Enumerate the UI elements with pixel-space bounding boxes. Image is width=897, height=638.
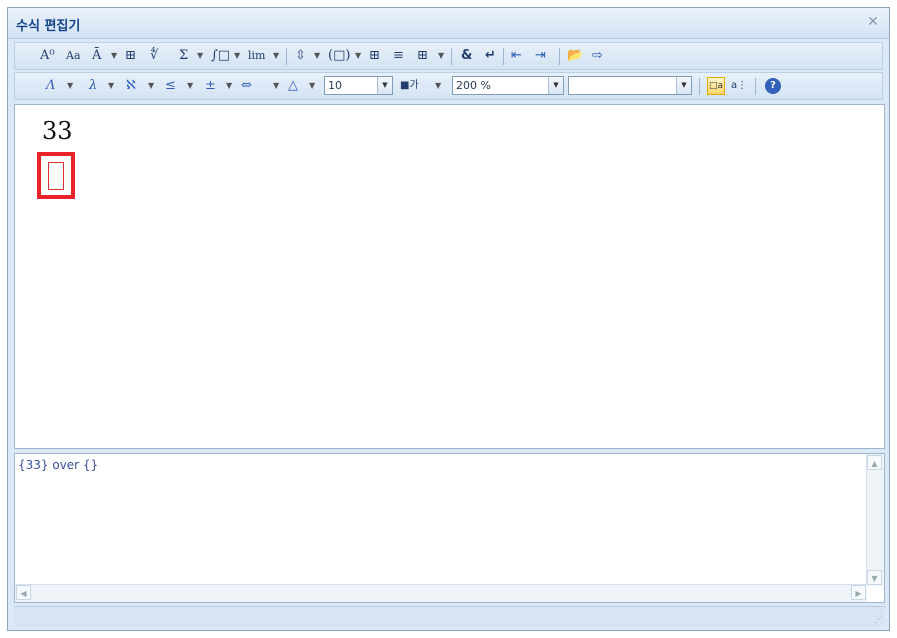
misc-symbol-icon[interactable]: △ xyxy=(288,73,298,99)
root-icon[interactable]: ∜ xyxy=(150,43,158,69)
greek-upper-dropdown-icon[interactable]: ▼ xyxy=(67,80,73,92)
operator-icon[interactable]: ± xyxy=(205,73,216,99)
decoration-dropdown-icon[interactable]: ▼ xyxy=(111,50,117,62)
bracket-dropdown-icon[interactable]: ▼ xyxy=(355,50,361,62)
chevron-down-icon[interactable]: ▼ xyxy=(676,77,691,94)
show-codes-icon[interactable]: □a xyxy=(707,77,725,95)
font-size-value: 10 xyxy=(328,79,342,92)
denominator-placeholder[interactable] xyxy=(37,152,75,199)
separator xyxy=(286,48,287,65)
case-icon[interactable]: ⊞ xyxy=(369,43,380,69)
toolbar-templates: A⁰ Aa Ā ▼ ⊞ ∜ Σ ▼ ∫□ ▼ lim ▼ ⇳ ▼ (□) ▼ ⊞… xyxy=(14,42,883,70)
misc-dropdown-icon[interactable]: ▼ xyxy=(309,80,315,92)
vertical-scrollbar[interactable]: ▲ ▼ xyxy=(866,454,884,586)
arrow-icon[interactable]: ⇔ xyxy=(241,73,252,99)
text-color-icon[interactable]: ■가 xyxy=(400,73,419,99)
matrix-icon[interactable]: ⊞ xyxy=(417,43,428,69)
vertical-arrow-icon[interactable]: ⇳ xyxy=(295,43,306,69)
font-name-select[interactable]: ▼ xyxy=(568,76,692,95)
separator xyxy=(451,48,452,65)
superscript-icon[interactable]: A⁰ xyxy=(40,43,55,69)
font-style-icon[interactable]: Aa xyxy=(66,43,81,69)
zoom-value: 200 % xyxy=(456,79,491,92)
ampersand-icon[interactable]: & xyxy=(461,43,472,69)
horizontal-scrollbar[interactable]: ◀ ▶ xyxy=(15,584,867,602)
greek-lower-icon[interactable]: λ xyxy=(89,73,97,99)
insert-icon[interactable]: ⇨ xyxy=(592,43,603,69)
title-bar: 수식 편집기 ✕ xyxy=(8,8,889,39)
zoom-select[interactable]: 200 % ▼ xyxy=(452,76,564,95)
arrow-dropdown-icon[interactable]: ▼ xyxy=(314,50,320,62)
script-editor[interactable]: {33} over {} ▲ ▼ ◀ ▶ xyxy=(14,453,885,603)
greek-lower-dropdown-icon[interactable]: ▼ xyxy=(108,80,114,92)
scroll-up-icon[interactable]: ▲ xyxy=(867,455,882,470)
next-icon[interactable]: ⇥ xyxy=(535,43,546,69)
relation-dropdown-icon[interactable]: ▼ xyxy=(187,80,193,92)
separator xyxy=(699,78,700,95)
scroll-down-icon[interactable]: ▼ xyxy=(867,570,882,585)
numerator: 33 xyxy=(42,117,73,145)
window-title: 수식 편집기 xyxy=(16,19,81,34)
bracket-icon[interactable]: (□) xyxy=(328,43,350,69)
text-color-dropdown-icon[interactable]: ▼ xyxy=(435,80,441,92)
relation-icon[interactable]: ≤ xyxy=(165,73,176,99)
resize-grip-icon[interactable]: ⋰ xyxy=(874,615,883,625)
empty-box xyxy=(48,162,64,190)
operator-dropdown-icon[interactable]: ▼ xyxy=(226,80,232,92)
separator xyxy=(559,48,560,65)
script-text: {33} over {} xyxy=(18,458,99,472)
previous-icon[interactable]: ⇤ xyxy=(511,43,522,69)
tree-view-icon[interactable]: a⋮ xyxy=(731,73,747,99)
help-icon[interactable]: ? xyxy=(765,78,781,94)
open-folder-icon[interactable]: 📂 xyxy=(567,43,583,69)
toolbar-symbols: Λ ▼ λ ▼ ℵ ▼ ≤ ▼ ± ▼ ⇔ ▼ △ ▼ 10 ▼ ■가 ▼ 20… xyxy=(14,72,883,100)
sum-dropdown-icon[interactable]: ▼ xyxy=(197,50,203,62)
hebrew-icon[interactable]: ℵ xyxy=(126,73,136,99)
chevron-down-icon[interactable]: ▼ xyxy=(377,77,392,94)
integral-dropdown-icon[interactable]: ▼ xyxy=(234,50,240,62)
arrow-dropdown-icon[interactable]: ▼ xyxy=(273,80,279,92)
hebrew-dropdown-icon[interactable]: ▼ xyxy=(148,80,154,92)
greek-upper-icon[interactable]: Λ xyxy=(46,73,55,99)
font-size-select[interactable]: 10 ▼ xyxy=(324,76,393,95)
status-bar: ⋰ xyxy=(14,606,885,627)
separator xyxy=(503,48,504,65)
limit-dropdown-icon[interactable]: ▼ xyxy=(273,50,279,62)
column-icon[interactable]: ≡ xyxy=(393,43,404,69)
matrix-dropdown-icon[interactable]: ▼ xyxy=(438,50,444,62)
integral-icon[interactable]: ∫□ xyxy=(211,43,230,69)
line-break-icon[interactable]: ↵ xyxy=(485,43,496,69)
fraction-icon[interactable]: ⊞ xyxy=(125,43,136,69)
limit-icon[interactable]: lim xyxy=(248,43,265,69)
decoration-icon[interactable]: Ā xyxy=(92,43,101,69)
chevron-down-icon[interactable]: ▼ xyxy=(548,77,563,94)
separator xyxy=(755,78,756,95)
scroll-right-icon[interactable]: ▶ xyxy=(851,585,866,600)
scroll-left-icon[interactable]: ◀ xyxy=(16,585,31,600)
equation-canvas[interactable]: 33 xyxy=(14,104,885,449)
close-icon[interactable]: ✕ xyxy=(865,14,881,30)
equation-editor-window: 수식 편집기 ✕ A⁰ Aa Ā ▼ ⊞ ∜ Σ ▼ ∫□ ▼ lim ▼ ⇳ … xyxy=(7,7,890,631)
sum-icon[interactable]: Σ xyxy=(179,43,188,69)
